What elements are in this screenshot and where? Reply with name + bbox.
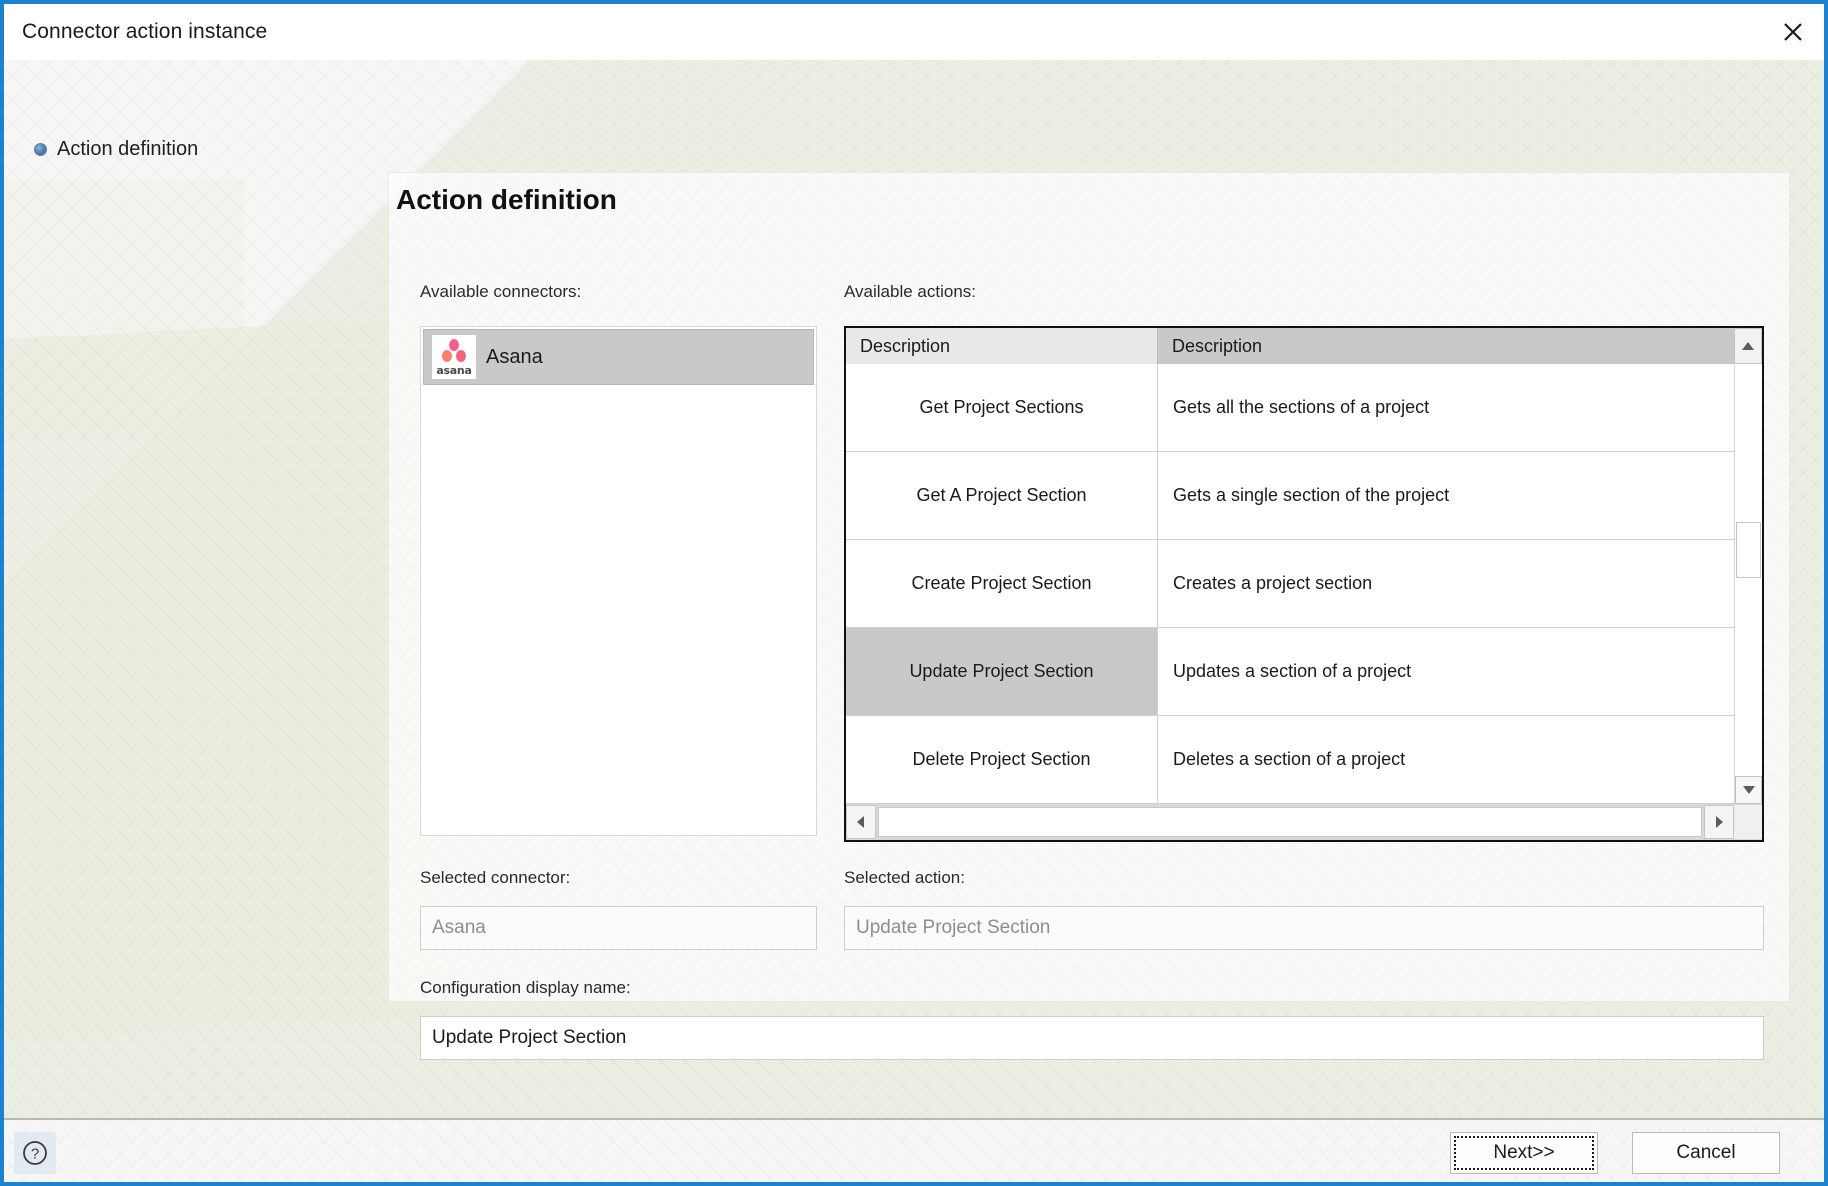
action-description: Gets a single section of the project bbox=[1173, 485, 1450, 505]
asana-logo-icon: asana bbox=[432, 335, 476, 379]
vertical-scrollbar[interactable] bbox=[1734, 364, 1762, 804]
dialog-window: Connector action instance Action definit… bbox=[0, 0, 1828, 1186]
title-bar: Connector action instance bbox=[4, 4, 1824, 60]
grid-rows: Get Project Sections Gets all the sectio… bbox=[846, 364, 1734, 804]
dialog-footer: ? Next>> Cancel bbox=[4, 1118, 1824, 1182]
cancel-button[interactable]: Cancel bbox=[1632, 1132, 1780, 1174]
available-actions-grid[interactable]: Description Description Get Project Sect… bbox=[844, 326, 1764, 842]
close-icon[interactable] bbox=[1762, 4, 1824, 60]
scrollbar-corner bbox=[1734, 805, 1762, 839]
sidebar-item-label: Action definition bbox=[57, 138, 199, 160]
action-description: Updates a section of a project bbox=[1173, 661, 1412, 681]
connector-name: Asana bbox=[486, 345, 543, 368]
action-description: Creates a project section bbox=[1173, 573, 1373, 593]
action-name: Get Project Sections bbox=[846, 364, 1158, 451]
grid-header-row: Description Description bbox=[846, 328, 1762, 364]
grid-body: Get Project Sections Gets all the sectio… bbox=[846, 364, 1762, 804]
action-name: Update Project Section bbox=[846, 628, 1158, 715]
action-name: Create Project Section bbox=[846, 540, 1158, 627]
next-button-label: Next>> bbox=[1454, 1136, 1594, 1170]
selected-connector-field[interactable]: Asana bbox=[420, 906, 817, 950]
table-row[interactable]: Get A Project Section Gets a single sect… bbox=[846, 452, 1734, 540]
sidebar: Action definition bbox=[4, 60, 384, 1126]
selected-connector-label: Selected connector: bbox=[420, 868, 571, 887]
triangle-left-icon[interactable] bbox=[846, 805, 876, 839]
selected-action-label: Selected action: bbox=[844, 868, 965, 887]
triangle-right-icon[interactable] bbox=[1704, 805, 1734, 839]
action-description: Deletes a section of a project bbox=[1173, 749, 1406, 769]
vertical-scrollbar-thumb[interactable] bbox=[1736, 522, 1761, 578]
sidebar-item-action-definition[interactable]: Action definition bbox=[34, 138, 198, 161]
table-row[interactable]: Get Project Sections Gets all the sectio… bbox=[846, 364, 1734, 452]
dialog-body: Action definition Action definition Avai… bbox=[4, 60, 1824, 1126]
bullet-dot-icon bbox=[34, 143, 47, 156]
asana-wordmark: asana bbox=[436, 364, 472, 377]
svg-text:?: ? bbox=[31, 1146, 39, 1163]
horizontal-scrollbar-track[interactable] bbox=[878, 807, 1702, 837]
window-title: Connector action instance bbox=[22, 20, 268, 43]
action-name: Delete Project Section bbox=[846, 716, 1158, 803]
table-row[interactable]: Create Project Section Creates a project… bbox=[846, 540, 1734, 628]
action-name: Get A Project Section bbox=[846, 452, 1158, 539]
question-mark-circle-icon[interactable]: ? bbox=[14, 1132, 56, 1174]
configuration-display-name-input[interactable]: Update Project Section bbox=[420, 1016, 1764, 1060]
available-connectors-label: Available connectors: bbox=[420, 282, 582, 301]
grid-column-header-name[interactable]: Description bbox=[846, 328, 1158, 364]
next-button[interactable]: Next>> bbox=[1450, 1132, 1598, 1174]
available-actions-label: Available actions: bbox=[844, 282, 976, 301]
available-connectors-list[interactable]: asana Asana bbox=[420, 326, 817, 836]
page-title: Action definition bbox=[396, 184, 617, 215]
horizontal-scrollbar[interactable] bbox=[846, 804, 1762, 840]
horizontal-scrollbar-thumb[interactable] bbox=[878, 807, 1702, 837]
table-row-selected[interactable]: Update Project Section Updates a section… bbox=[846, 628, 1734, 716]
configuration-display-name-label: Configuration display name: bbox=[420, 978, 631, 997]
table-row[interactable]: Delete Project Section Deletes a section… bbox=[846, 716, 1734, 804]
triangle-down-icon[interactable] bbox=[1735, 776, 1762, 804]
triangle-up-icon[interactable] bbox=[1734, 328, 1762, 364]
grid-column-header-description[interactable]: Description bbox=[1158, 328, 1734, 364]
selected-action-field[interactable]: Update Project Section bbox=[844, 906, 1764, 950]
action-description: Gets all the sections of a project bbox=[1173, 397, 1430, 417]
list-item[interactable]: asana Asana bbox=[423, 329, 814, 385]
